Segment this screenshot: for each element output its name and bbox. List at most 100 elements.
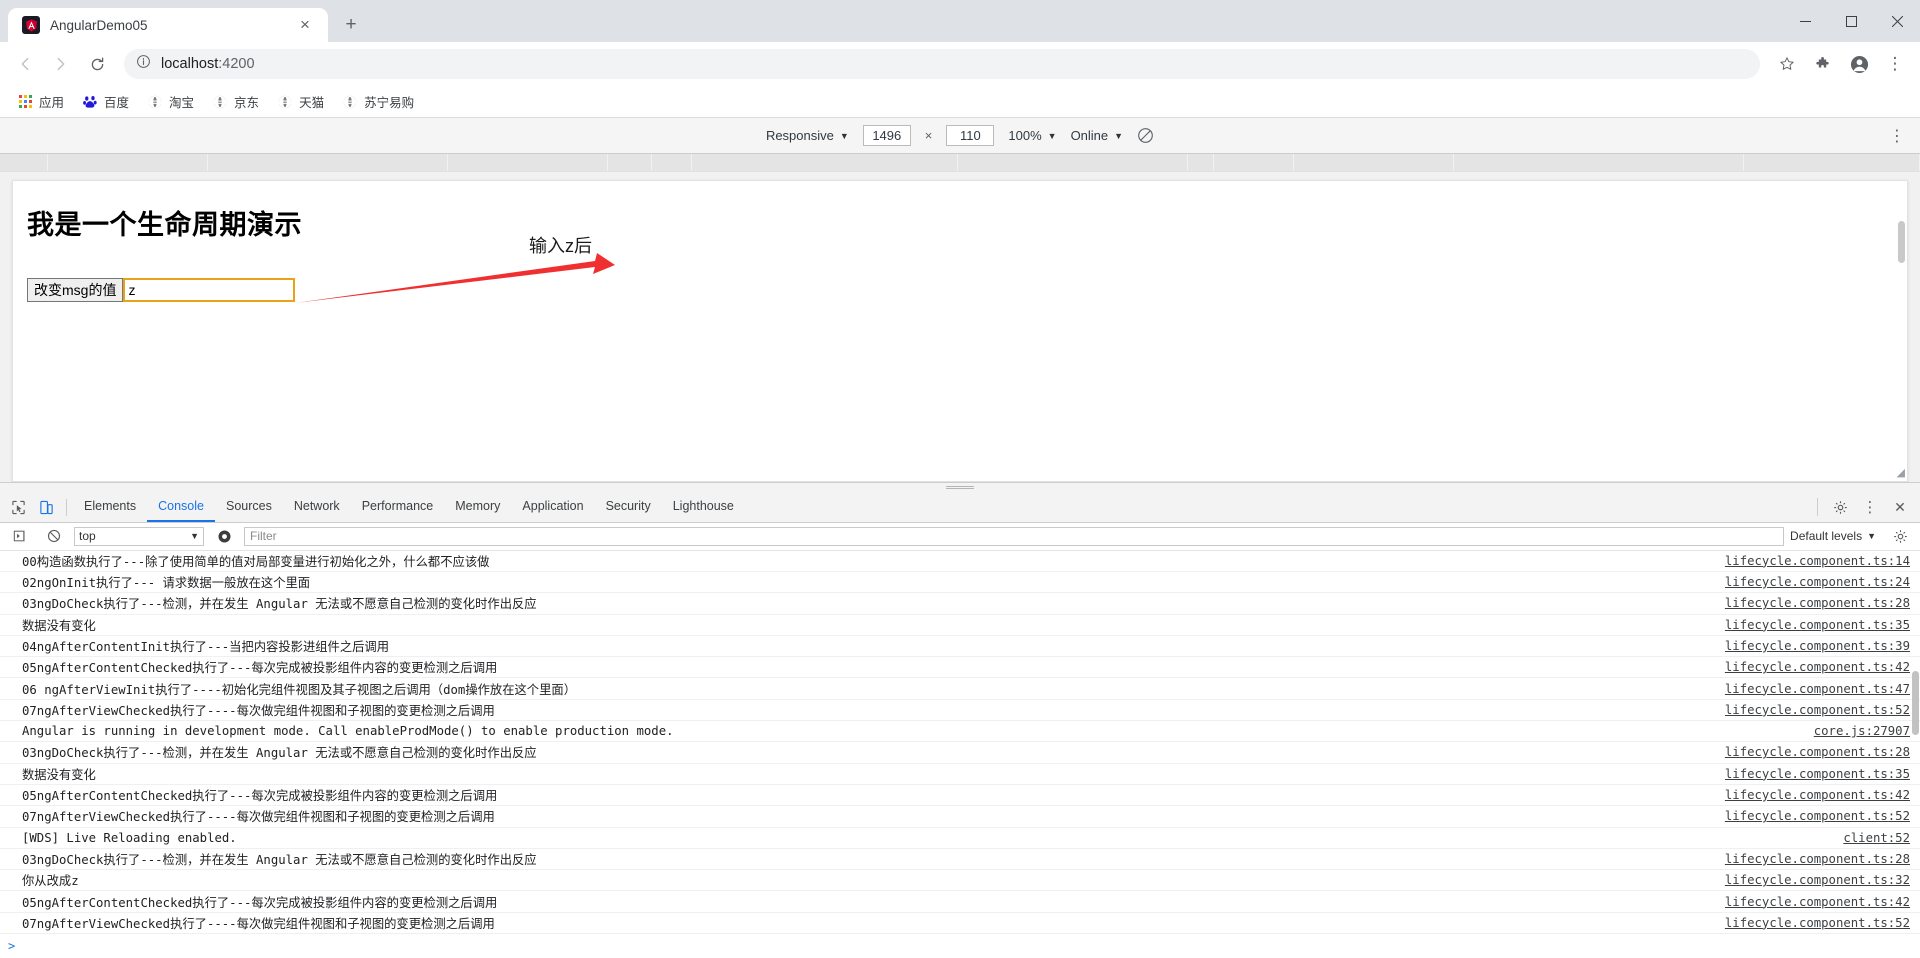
forward-button[interactable] (44, 47, 78, 81)
bookmark-suning[interactable]: 苏宁易购 (335, 89, 421, 114)
gear-icon[interactable] (1826, 500, 1854, 515)
bookmark-jd[interactable]: 京东 (205, 89, 266, 114)
console-message-source-link[interactable]: lifecycle.component.ts:52 (1725, 703, 1910, 717)
console-message-source-link[interactable]: lifecycle.component.ts:28 (1725, 596, 1910, 610)
devtools-more-button[interactable]: ⋮ (1856, 498, 1884, 516)
console-message-text: 04ngAfterContentInit执行了---当把内容投影进组件之后调用 (22, 639, 390, 654)
console-message-source-link[interactable]: lifecycle.component.ts:28 (1725, 745, 1910, 759)
new-tab-button[interactable]: + (338, 12, 364, 38)
window-close-button[interactable] (1874, 0, 1920, 42)
minimize-button[interactable] (1782, 0, 1828, 42)
console-message-source-link[interactable]: lifecycle.component.ts:14 (1725, 554, 1910, 568)
throttling-select[interactable]: Online ▼ (1071, 128, 1124, 143)
devtools-close-button[interactable]: ✕ (1886, 499, 1914, 516)
console-message-source-link[interactable]: lifecycle.component.ts:47 (1725, 682, 1910, 696)
reload-button[interactable] (80, 47, 114, 81)
zoom-select[interactable]: 100% ▼ (1008, 128, 1056, 143)
clear-console-icon[interactable] (40, 529, 68, 543)
console-message-text: 05ngAfterContentChecked执行了---每次完成被投影组件内容… (22, 895, 498, 910)
device-width-input[interactable]: 1496 (862, 125, 911, 146)
tab-console[interactable]: Console (147, 493, 215, 522)
maximize-button[interactable] (1828, 0, 1874, 42)
console-message-row: 00构造函数执行了---除了使用简单的值对局部变量进行初始化之外，什么都不应该做… (0, 551, 1920, 572)
console-message-source-link[interactable]: lifecycle.component.ts:35 (1725, 767, 1910, 781)
console-message-source-link[interactable]: lifecycle.component.ts:35 (1725, 618, 1910, 632)
close-icon[interactable]: × (292, 12, 318, 38)
browser-menu-button[interactable]: ⋮ (1878, 47, 1912, 81)
console-message-row: 05ngAfterContentChecked执行了---每次完成被投影组件内容… (0, 785, 1920, 807)
tab-elements[interactable]: Elements (73, 493, 147, 522)
bookmark-baidu[interactable]: 百度 (75, 89, 136, 114)
device-toolbar-menu[interactable]: ⋮ (1889, 126, 1906, 146)
console-message-source-link[interactable]: lifecycle.component.ts:39 (1725, 639, 1910, 653)
log-levels-select[interactable]: Default levels ▼ (1790, 529, 1880, 543)
page-scrollbar-thumb[interactable] (1898, 221, 1905, 263)
console-message-text: 05ngAfterContentChecked执行了---每次完成被投影组件内容… (22, 661, 498, 676)
bookmark-apps[interactable]: 应用 (10, 89, 71, 114)
console-message-text: 07ngAfterViewChecked执行了----每次做完组件视图和子视图的… (22, 916, 495, 931)
rotate-icon[interactable] (1137, 127, 1154, 144)
devtools-tab-bar: Elements Console Sources Network Perform… (0, 492, 1920, 523)
bookmark-tmall[interactable]: 天猫 (270, 89, 331, 114)
console-settings-icon[interactable] (1886, 529, 1914, 544)
console-message-source-link[interactable]: lifecycle.component.ts:32 (1725, 873, 1910, 887)
devtools-drag-handle[interactable] (0, 482, 1920, 493)
live-expression-icon[interactable] (210, 529, 238, 544)
console-filter-bar: top ▼ Default levels ▼ (0, 522, 1920, 551)
info-circle-icon[interactable] (136, 54, 151, 74)
console-messages[interactable]: 00构造函数执行了---除了使用简单的值对局部变量进行初始化之外，什么都不应该做… (0, 550, 1920, 958)
device-emulation-toolbar: Responsive ▼ 1496 × 110 100% ▼ Online ▼ … (0, 118, 1920, 154)
tab-strip: AngularDemo05 × + (0, 0, 1920, 42)
console-message-row: 05ngAfterContentChecked执行了---每次完成被投影组件内容… (0, 891, 1920, 913)
console-message-source-link[interactable]: lifecycle.component.ts:28 (1725, 852, 1910, 866)
tab-lighthouse[interactable]: Lighthouse (662, 493, 745, 522)
console-message-source-link[interactable]: lifecycle.component.ts:52 (1725, 809, 1910, 823)
inspect-cursor-icon[interactable] (4, 493, 32, 522)
console-message-source-link[interactable]: client:52 (1843, 831, 1910, 845)
console-message-text: 03ngDoCheck执行了---检测，并在发生 Angular 无法或不愿意自… (22, 746, 537, 761)
window-controls (1782, 0, 1920, 42)
tab-performance[interactable]: Performance (351, 493, 445, 522)
console-message-source-link[interactable]: lifecycle.component.ts:42 (1725, 788, 1910, 802)
console-message-text: 02ngOnInit执行了--- 请求数据一般放在这个里面 (22, 576, 311, 591)
console-message-source-link[interactable]: core.js:27907 (1814, 724, 1910, 738)
device-height-input[interactable]: 110 (946, 125, 995, 146)
execution-context-select[interactable]: top ▼ (74, 526, 204, 546)
execution-context-icon[interactable] (6, 529, 34, 543)
throttling-label: Online (1070, 128, 1109, 143)
console-filter-input[interactable] (244, 526, 1785, 546)
console-scrollbar-thumb[interactable] (1912, 670, 1919, 735)
device-select[interactable]: Responsive ▼ (766, 128, 849, 143)
change-msg-button[interactable]: 改变msg的值 (27, 278, 124, 302)
console-message-row: 04ngAfterContentInit执行了---当把内容投影进组件之后调用 l… (0, 636, 1920, 658)
tab-sources[interactable]: Sources (215, 493, 283, 522)
console-message-row: 07ngAfterViewChecked执行了----每次做完组件视图和子视图的… (0, 913, 1920, 934)
avatar-icon[interactable] (1842, 47, 1876, 81)
console-message-text: 06 ngAfterViewInit执行了----初始化完组件视图及其子视图之后… (22, 682, 576, 697)
globe-icon (342, 94, 358, 110)
device-toggle-icon[interactable] (32, 493, 60, 522)
puzzle-icon[interactable] (1806, 47, 1840, 81)
console-prompt[interactable]: > (0, 934, 1920, 958)
console-message-source-link[interactable]: lifecycle.component.ts:24 (1725, 575, 1910, 589)
console-message-row: 数据没有变化 lifecycle.component.ts:35 (0, 764, 1920, 785)
console-message-text: 数据没有变化 (22, 767, 96, 782)
tab-application[interactable]: Application (511, 493, 594, 522)
tab-network[interactable]: Network (283, 493, 351, 522)
console-message-text: 05ngAfterContentChecked执行了---每次完成被投影组件内容… (22, 789, 498, 804)
tab-memory[interactable]: Memory (444, 493, 511, 522)
console-message-source-link[interactable]: lifecycle.component.ts:52 (1725, 916, 1910, 930)
back-button[interactable] (8, 47, 42, 81)
url-text: localhost:4200 (161, 56, 255, 72)
bookmark-taobao[interactable]: 淘宝 (140, 89, 201, 114)
tab-security[interactable]: Security (595, 493, 662, 522)
bookmark-star-icon[interactable] (1770, 47, 1804, 81)
console-message-row: [WDS] Live Reloading enabled. client:52 (0, 828, 1920, 849)
address-bar[interactable]: localhost:4200 (124, 49, 1760, 79)
resize-grip-icon[interactable]: ◢ (1897, 466, 1905, 479)
browser-tab[interactable]: AngularDemo05 × (8, 8, 328, 42)
msg-input[interactable] (123, 278, 296, 302)
console-message-source-link[interactable]: lifecycle.component.ts:42 (1725, 660, 1910, 674)
console-message-source-link[interactable]: lifecycle.component.ts:42 (1725, 895, 1910, 909)
console-message-text: 07ngAfterViewChecked执行了----每次做完组件视图和子视图的… (22, 703, 495, 718)
